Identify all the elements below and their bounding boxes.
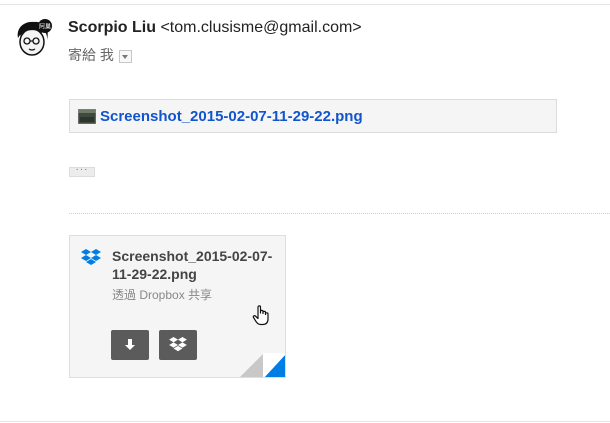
bottom-divider	[0, 421, 610, 422]
save-to-dropbox-button[interactable]	[159, 330, 197, 360]
dropbox-shared-subtitle: 透過 Dropbox 共享	[112, 288, 213, 302]
attachment-link[interactable]: Screenshot_2015-02-07-11-29-22.png	[100, 108, 363, 125]
download-icon	[125, 339, 135, 350]
details-dropdown-button[interactable]	[118, 49, 132, 63]
show-trimmed-content-button[interactable]: ···	[69, 165, 95, 177]
sender-email: <tom.clusisme@gmail.com>	[160, 19, 362, 36]
sender-name[interactable]: Scorpio Liu	[68, 19, 156, 36]
attachment-bar: Screenshot_2015-02-07-11-29-22.png	[69, 99, 557, 133]
hand-pointer-icon	[252, 305, 269, 326]
recipient-line: 寄給 我	[68, 45, 132, 65]
dropbox-corner-badge	[263, 353, 285, 377]
section-divider	[69, 213, 610, 214]
dropbox-file-title[interactable]: Screenshot_2015-02-07-11-29-22.png	[112, 247, 282, 283]
dropbox-icon	[81, 249, 101, 265]
recipient-label: 寄給 我	[68, 47, 114, 63]
top-divider	[0, 4, 610, 5]
page-fold-corner	[240, 353, 264, 377]
svg-text:阿巢: 阿巢	[39, 23, 51, 31]
avatar[interactable]: 阿巢	[14, 18, 54, 58]
image-thumbnail-icon	[78, 108, 96, 124]
download-button[interactable]	[111, 330, 149, 360]
dropbox-icon	[169, 337, 187, 352]
sender-line: Scorpio Liu <tom.clusisme@gmail.com>	[68, 19, 362, 37]
